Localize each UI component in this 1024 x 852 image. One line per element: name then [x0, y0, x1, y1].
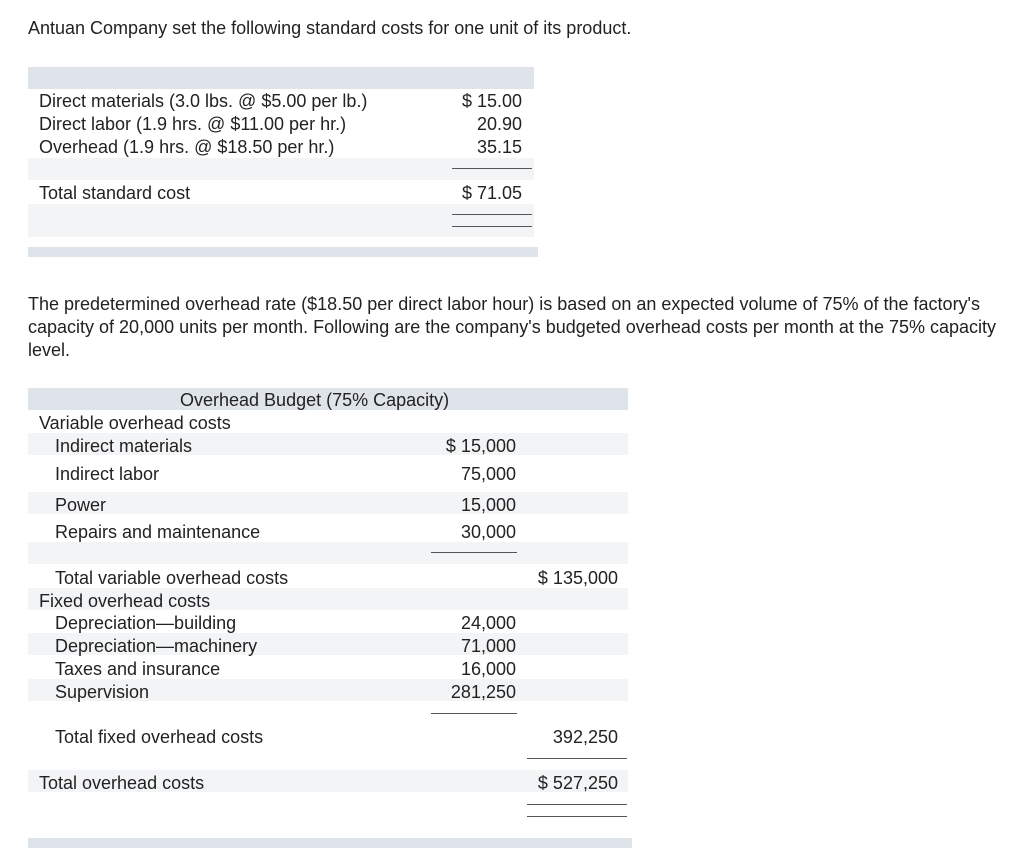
- budget-row-stripe: [28, 542, 628, 564]
- total-variable-label: Total variable overhead costs: [55, 568, 289, 588]
- standard-cost-label: Direct materials (3.0 lbs. @ $5.00 per l…: [39, 91, 368, 111]
- variable-item-amount: 15,000: [460, 495, 516, 515]
- fixed-item-amount: 16,000: [460, 659, 516, 679]
- standard-cost-amount: 35.15: [476, 137, 522, 157]
- standard-cost-amount: $ 15.00: [461, 91, 522, 111]
- double-rule: [527, 804, 627, 805]
- standard-cost-label: Direct labor (1.9 hrs. @ $11.00 per hr.): [39, 114, 347, 134]
- fixed-item-label: Supervision: [55, 682, 150, 702]
- total-standard-cost-label: Total standard cost: [39, 183, 191, 203]
- fixed-item-amount: 24,000: [460, 613, 516, 633]
- fixed-item-label: Depreciation—building: [55, 613, 237, 633]
- fixed-item-amount: 71,000: [460, 636, 516, 656]
- intro-text: Antuan Company set the following standar…: [28, 18, 632, 38]
- variable-item-label: Repairs and maintenance: [55, 522, 261, 542]
- subtotal-rule: [431, 713, 517, 714]
- table-row-stripe: [28, 204, 534, 237]
- variable-item-label: Power: [55, 495, 107, 515]
- table-row-stripe: [28, 158, 534, 180]
- budget-title: Overhead Budget (75% Capacity): [180, 390, 450, 410]
- overhead-rate-paragraph: The predetermined overhead rate ($18.50 …: [28, 294, 997, 360]
- fixed-item-label: Depreciation—machinery: [55, 636, 258, 656]
- variable-item-label: Indirect materials: [55, 436, 193, 456]
- double-rule: [452, 226, 532, 227]
- total-variable-amount: $ 135,000: [537, 568, 618, 588]
- double-rule: [452, 214, 532, 215]
- table-header-band: [28, 67, 534, 89]
- total-standard-cost-amount: $ 71.05: [461, 183, 522, 203]
- variable-item-amount: 30,000: [460, 522, 516, 542]
- fixed-item-label: Taxes and insurance: [55, 659, 221, 679]
- variable-item-amount: 75,000: [460, 464, 516, 484]
- subtotal-rule: [452, 168, 532, 169]
- fixed-item-amount: 281,250: [450, 682, 516, 702]
- standard-cost-label: Overhead (1.9 hrs. @ $18.50 per hr.): [39, 137, 335, 157]
- total-overhead-amount: $ 527,250: [537, 773, 618, 793]
- variable-overhead-header: Variable overhead costs: [39, 413, 231, 433]
- total-fixed-label: Total fixed overhead costs: [55, 727, 264, 747]
- subtotal-rule: [431, 552, 517, 553]
- budget-footer-band: [28, 838, 632, 848]
- total-fixed-amount: 392,250: [552, 727, 618, 747]
- table-footer-band: [28, 247, 538, 257]
- fixed-overhead-header: Fixed overhead costs: [39, 591, 211, 611]
- double-rule: [527, 816, 627, 817]
- standard-cost-amount: 20.90: [476, 114, 522, 134]
- subtotal-rule: [527, 758, 627, 759]
- variable-item-label: Indirect labor: [55, 464, 160, 484]
- total-overhead-label: Total overhead costs: [39, 773, 205, 793]
- variable-item-amount: $ 15,000: [445, 436, 516, 456]
- budget-row-stripe: [28, 492, 628, 514]
